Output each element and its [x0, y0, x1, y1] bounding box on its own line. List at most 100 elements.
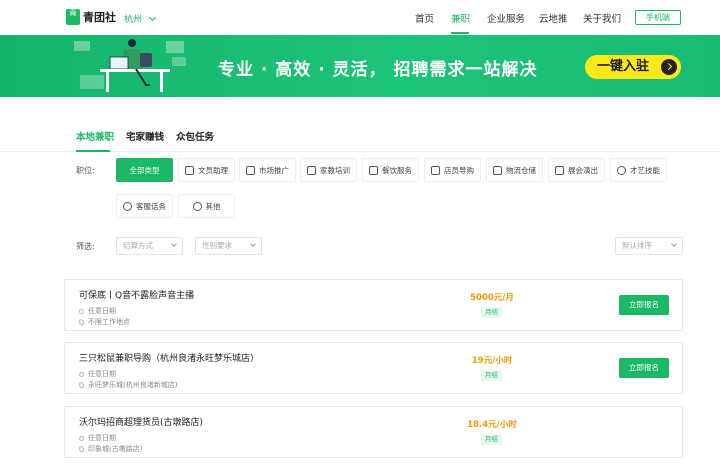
- job-title[interactable]: 可保底丨Q音不露脸声音主播: [79, 288, 194, 301]
- city-selector[interactable]: 杭州: [124, 12, 157, 25]
- job-card[interactable]: 三只松鼠兼职导购（杭州良渚永旺梦乐城店） 任意日期 永旺梦乐城(杭州良渚新城店)…: [64, 342, 683, 394]
- settlement-select[interactable]: 结算方式: [116, 237, 183, 255]
- settlement-placeholder: 结算方式: [123, 241, 153, 250]
- tab-crowdsourcing[interactable]: 众包任务: [176, 129, 214, 143]
- category-label: 全部类型: [129, 165, 160, 175]
- nav-about[interactable]: 关于我们: [583, 11, 621, 25]
- category-shop-assistant[interactable]: 店员导购: [424, 158, 481, 182]
- category-talent[interactable]: 才艺技能: [610, 158, 667, 182]
- chevron-down-icon: [148, 13, 157, 21]
- location-pin-icon: [77, 445, 86, 453]
- job-location: 不限工作地点: [77, 317, 130, 327]
- location-pin-icon: [77, 381, 86, 389]
- document-icon: [185, 165, 194, 175]
- tab-active-indicator: [76, 150, 110, 152]
- nav-home[interactable]: 首页: [415, 11, 434, 25]
- category-label: 客服话务: [136, 201, 166, 211]
- tab-work-from-home[interactable]: 宅家赚钱: [126, 129, 164, 143]
- job-time-text: 任意日期: [88, 370, 116, 378]
- shopping-bag-icon: [431, 165, 440, 175]
- job-title[interactable]: 三只松鼠兼职导购（杭州良渚永旺梦乐城店）: [79, 351, 259, 364]
- nav-enterprise[interactable]: 企业服务: [487, 11, 525, 25]
- logo-text: 青团社: [83, 11, 116, 24]
- category-all[interactable]: 全部类型: [116, 158, 173, 182]
- logo[interactable]: 青 青团社: [66, 9, 116, 25]
- job-salary: 18.4元/小时: [467, 420, 517, 430]
- category-tutoring[interactable]: 家教培训: [300, 158, 357, 182]
- category-label: 展会演出: [568, 165, 598, 175]
- category-label: 才艺技能: [630, 165, 660, 175]
- job-salary: 19元/小时: [471, 356, 513, 366]
- apply-button[interactable]: 立即报名: [619, 295, 669, 315]
- arrow-right-icon: [661, 59, 677, 75]
- top-header: 青 青团社 杭州 首页 兼职 企业服务 云地推 关于我们 手机端: [0, 0, 720, 35]
- category-other[interactable]: 其他: [178, 194, 235, 218]
- category-label: 家教培训: [320, 165, 350, 175]
- presentation-icon: [555, 165, 564, 175]
- category-marketing[interactable]: 市场推广: [239, 158, 296, 182]
- promo-banner: 专业 · 高效 · 灵活， 招聘需求一站解决 一键入驻: [0, 35, 720, 97]
- position-filter-label: 职位:: [76, 166, 95, 175]
- category-label: 其他: [205, 201, 221, 211]
- chevron-down-icon: [250, 241, 256, 247]
- job-salary: 5000元/月: [470, 293, 514, 303]
- logo-mark-icon: 青: [66, 9, 80, 25]
- location-pin-icon: [77, 318, 86, 326]
- brush-icon: [617, 165, 626, 175]
- chevron-down-icon: [171, 241, 177, 247]
- sort-select[interactable]: 默认排序: [615, 237, 683, 255]
- banner-slogan: 专业 · 高效 · 灵活， 招聘需求一站解决: [218, 60, 538, 80]
- chevron-down-icon: [671, 241, 677, 247]
- pay-type-badge: 月结: [481, 434, 502, 445]
- join-now-button[interactable]: 一键入驻: [585, 55, 681, 79]
- category-label: 文员助理: [198, 165, 228, 175]
- nav-cloud-promotion[interactable]: 云地推: [539, 11, 568, 25]
- clock-icon: [79, 435, 84, 441]
- clock-icon: [79, 308, 84, 314]
- job-time-text: 任意日期: [88, 434, 116, 442]
- job-panel: 本地兼职 宅家赚钱 众包任务 职位: 全部类型 文员助理 市场推广 家教培训 餐…: [0, 97, 720, 464]
- pay-type-badge: 月结: [481, 307, 502, 318]
- category-label: 餐饮服务: [382, 165, 412, 175]
- clock-icon: [79, 371, 84, 377]
- gender-placeholder: 性别要求: [202, 241, 232, 250]
- food-icon: [369, 165, 378, 175]
- job-location: 永旺梦乐城(杭州良渚新城店): [77, 380, 178, 390]
- sort-placeholder: 默认排序: [622, 241, 652, 250]
- tab-local-part-time[interactable]: 本地兼职: [76, 129, 114, 143]
- book-icon: [307, 165, 316, 175]
- category-label: 市场推广: [259, 165, 289, 175]
- screen-filter-label: 筛选:: [76, 242, 95, 251]
- job-time: 任意日期: [79, 306, 116, 316]
- category-exhibition[interactable]: 展会演出: [548, 158, 605, 182]
- category-label: 店员导购: [444, 165, 474, 175]
- job-location-text: 不限工作地点: [88, 318, 130, 326]
- category-logistics[interactable]: 物流仓储: [486, 158, 543, 182]
- headset-icon: [123, 201, 132, 211]
- join-now-label: 一键入驻: [597, 59, 650, 74]
- job-location-text: 印象城(古墩路店): [88, 445, 143, 453]
- more-icon: [192, 201, 202, 211]
- category-clerk[interactable]: 文员助理: [178, 158, 235, 182]
- job-time-text: 任意日期: [88, 307, 116, 315]
- apply-button[interactable]: 立即报名: [619, 358, 669, 378]
- job-card[interactable]: 可保底丨Q音不露脸声音主播 任意日期 不限工作地点 5000元/月 月结 立即报…: [64, 279, 683, 331]
- nav-active-indicator: [451, 32, 469, 34]
- gender-select[interactable]: 性别要求: [195, 237, 262, 255]
- city-label: 杭州: [124, 15, 143, 25]
- job-location: 印象城(古墩路店): [77, 444, 143, 454]
- pay-type-badge: 月结: [481, 370, 502, 381]
- job-time: 任意日期: [79, 433, 116, 443]
- category-label: 物流仓储: [506, 165, 536, 175]
- job-location-text: 永旺梦乐城(杭州良渚新城店): [88, 381, 178, 389]
- category-customer-service[interactable]: 客服话务: [116, 194, 173, 218]
- megaphone-icon: [246, 165, 255, 175]
- truck-icon: [493, 165, 502, 175]
- job-card[interactable]: 沃尔玛招商超理货员(古墩路店) 任意日期 印象城(古墩路店) 18.4元/小时 …: [64, 406, 683, 458]
- category-catering[interactable]: 餐饮服务: [362, 158, 419, 182]
- job-title[interactable]: 沃尔玛招商超理货员(古墩路店): [79, 415, 203, 428]
- job-time: 任意日期: [79, 369, 116, 379]
- nav-part-time[interactable]: 兼职: [451, 11, 470, 25]
- banner-illustration-icon: [74, 39, 186, 92]
- mobile-app-button[interactable]: 手机端: [635, 10, 681, 25]
